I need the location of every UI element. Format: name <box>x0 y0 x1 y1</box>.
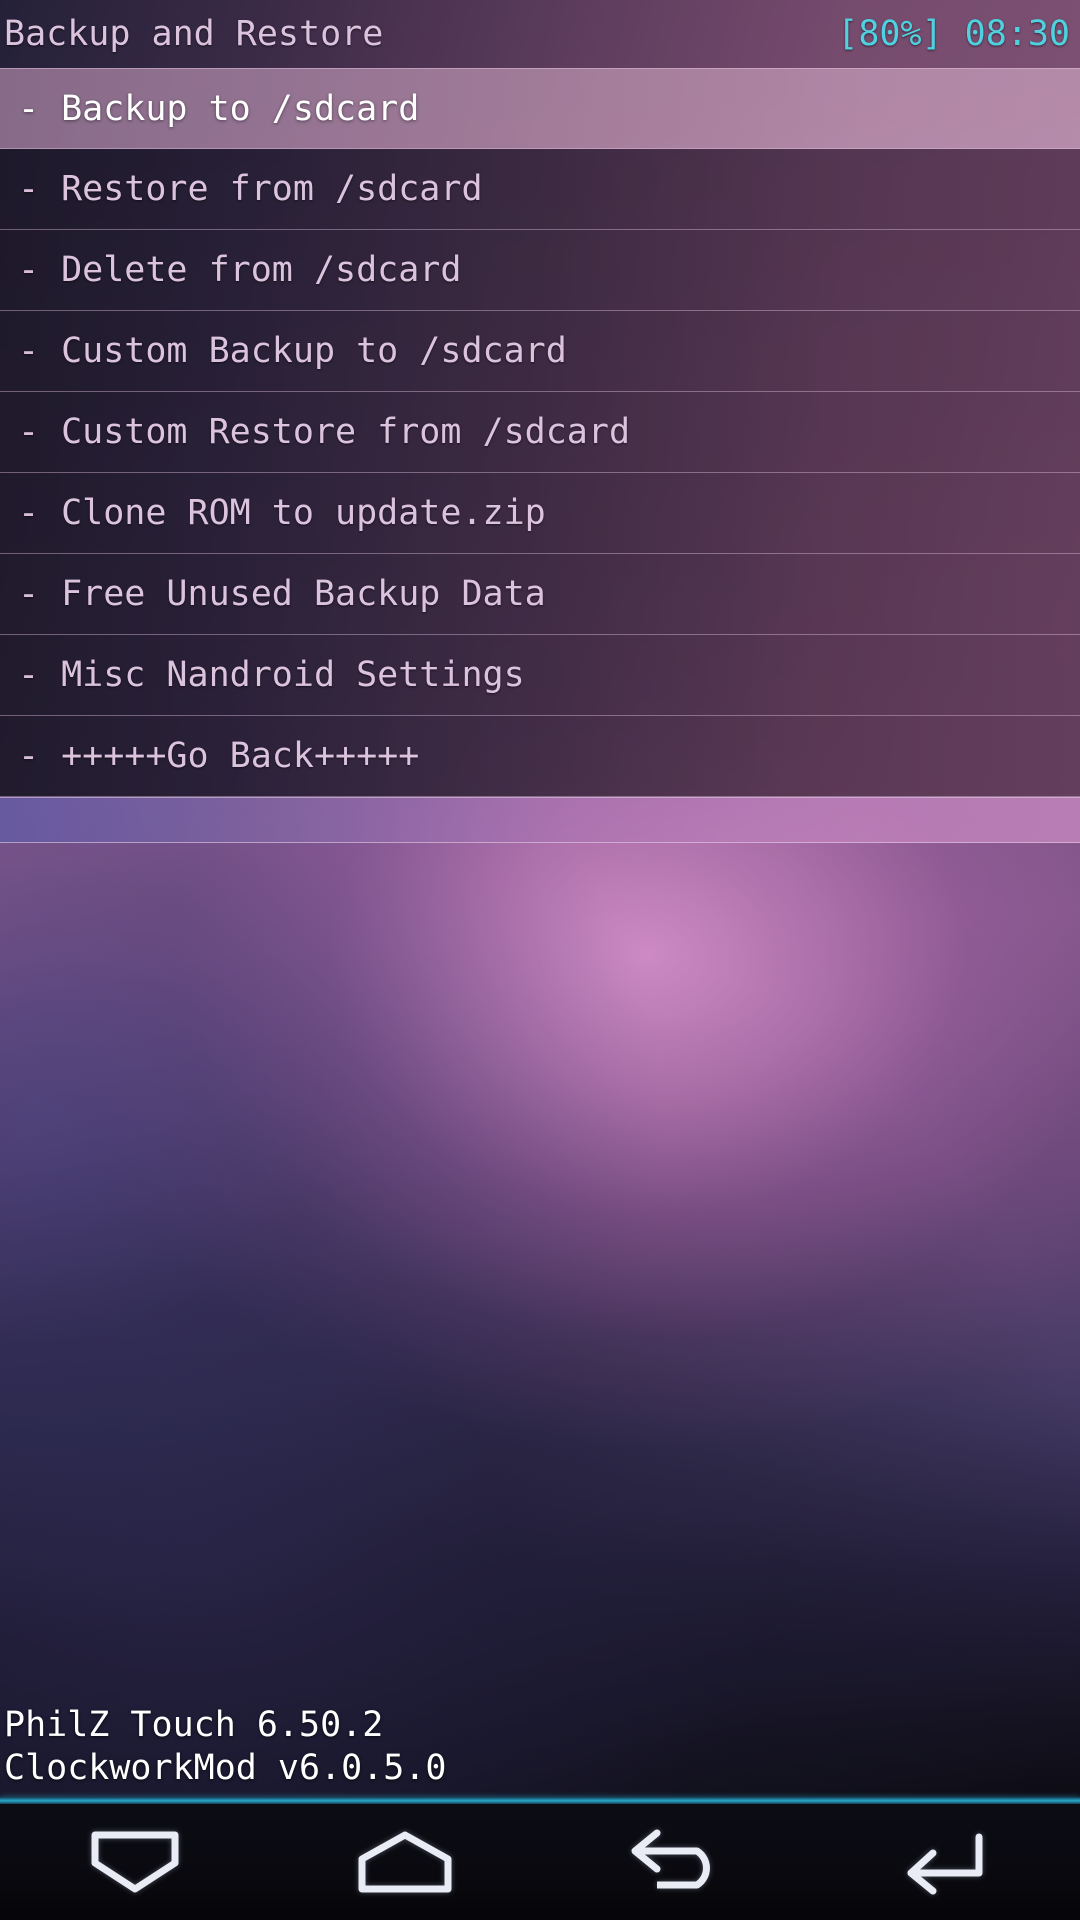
menu-item-label: Clone ROM to update.zip <box>61 493 546 533</box>
clock-indicator: 08:30 <box>964 14 1070 54</box>
menu-item-custom-restore-from-sdcard[interactable]: - Custom Restore from /sdcard <box>0 392 1080 473</box>
menu-end-divider <box>0 797 1080 843</box>
nav-button-menu[interactable]: Menu <box>0 1804 270 1920</box>
menu-down-icon <box>89 1829 181 1895</box>
menu-item-label: Free Unused Backup Data <box>61 574 546 614</box>
menu-item-dash: - <box>18 493 40 533</box>
back-icon <box>623 1829 727 1895</box>
menu-item-backup-to-sdcard[interactable]: - Backup to /sdcard <box>0 68 1080 149</box>
battery-indicator: [80%] <box>837 14 943 54</box>
menu-item-label: Custom Backup to /sdcard <box>61 331 567 371</box>
menu-item-dash: - <box>18 169 40 209</box>
menu-item-custom-backup-to-sdcard[interactable]: - Custom Backup to /sdcard <box>0 311 1080 392</box>
menu-item-restore-from-sdcard[interactable]: - Restore from /sdcard <box>0 149 1080 230</box>
menu-item-free-unused-backup-data[interactable]: - Free Unused Backup Data <box>0 554 1080 635</box>
menu-item-delete-from-sdcard[interactable]: - Delete from /sdcard <box>0 230 1080 311</box>
recovery-screen: Backup and Restore [80%] 08:30 - Backup … <box>0 0 1080 1920</box>
menu-item-dash: - <box>18 655 40 695</box>
version-line-philz: PhilZ Touch 6.50.2 <box>4 1705 384 1745</box>
version-info: PhilZ Touch 6.50.2 ClockworkMod v6.0.5.0 <box>4 1704 447 1790</box>
nav-button-back[interactable]: Back <box>540 1804 810 1920</box>
menu-item-dash: - <box>18 250 40 290</box>
nav-button-home[interactable]: Home <box>270 1804 540 1920</box>
enter-icon <box>893 1829 997 1895</box>
menu-list: - Backup to /sdcard - Restore from /sdca… <box>0 68 1080 797</box>
menu-item-dash: - <box>18 736 40 776</box>
navbar-separator <box>0 1797 1080 1804</box>
nav-button-enter[interactable]: Enter <box>810 1804 1080 1920</box>
menu-item-dash: - <box>18 331 40 371</box>
menu-item-label: Backup to /sdcard <box>61 88 420 129</box>
navigation-bar: Menu Home Back <box>0 1804 1080 1920</box>
menu-item-clone-rom-to-update-zip[interactable]: - Clone ROM to update.zip <box>0 473 1080 554</box>
menu-item-misc-nandroid-settings[interactable]: - Misc Nandroid Settings <box>0 635 1080 716</box>
menu-item-dash: - <box>18 574 40 614</box>
menu-item-dash: - <box>18 88 40 129</box>
menu-item-label: Custom Restore from /sdcard <box>61 412 631 452</box>
status-indicators: [80%] 08:30 <box>837 14 1072 54</box>
page-title: Backup and Restore <box>4 14 384 54</box>
menu-item-label: Misc Nandroid Settings <box>61 655 525 695</box>
menu-item-label: +++++Go Back+++++ <box>61 736 420 776</box>
menu-item-label: Restore from /sdcard <box>61 169 483 209</box>
status-header: Backup and Restore [80%] 08:30 <box>0 0 1080 68</box>
version-line-cwm: ClockworkMod v6.0.5.0 <box>4 1748 447 1788</box>
menu-item-go-back[interactable]: - +++++Go Back+++++ <box>0 716 1080 797</box>
menu-item-dash: - <box>18 412 40 452</box>
menu-item-label: Delete from /sdcard <box>61 250 462 290</box>
home-icon <box>356 1829 454 1895</box>
